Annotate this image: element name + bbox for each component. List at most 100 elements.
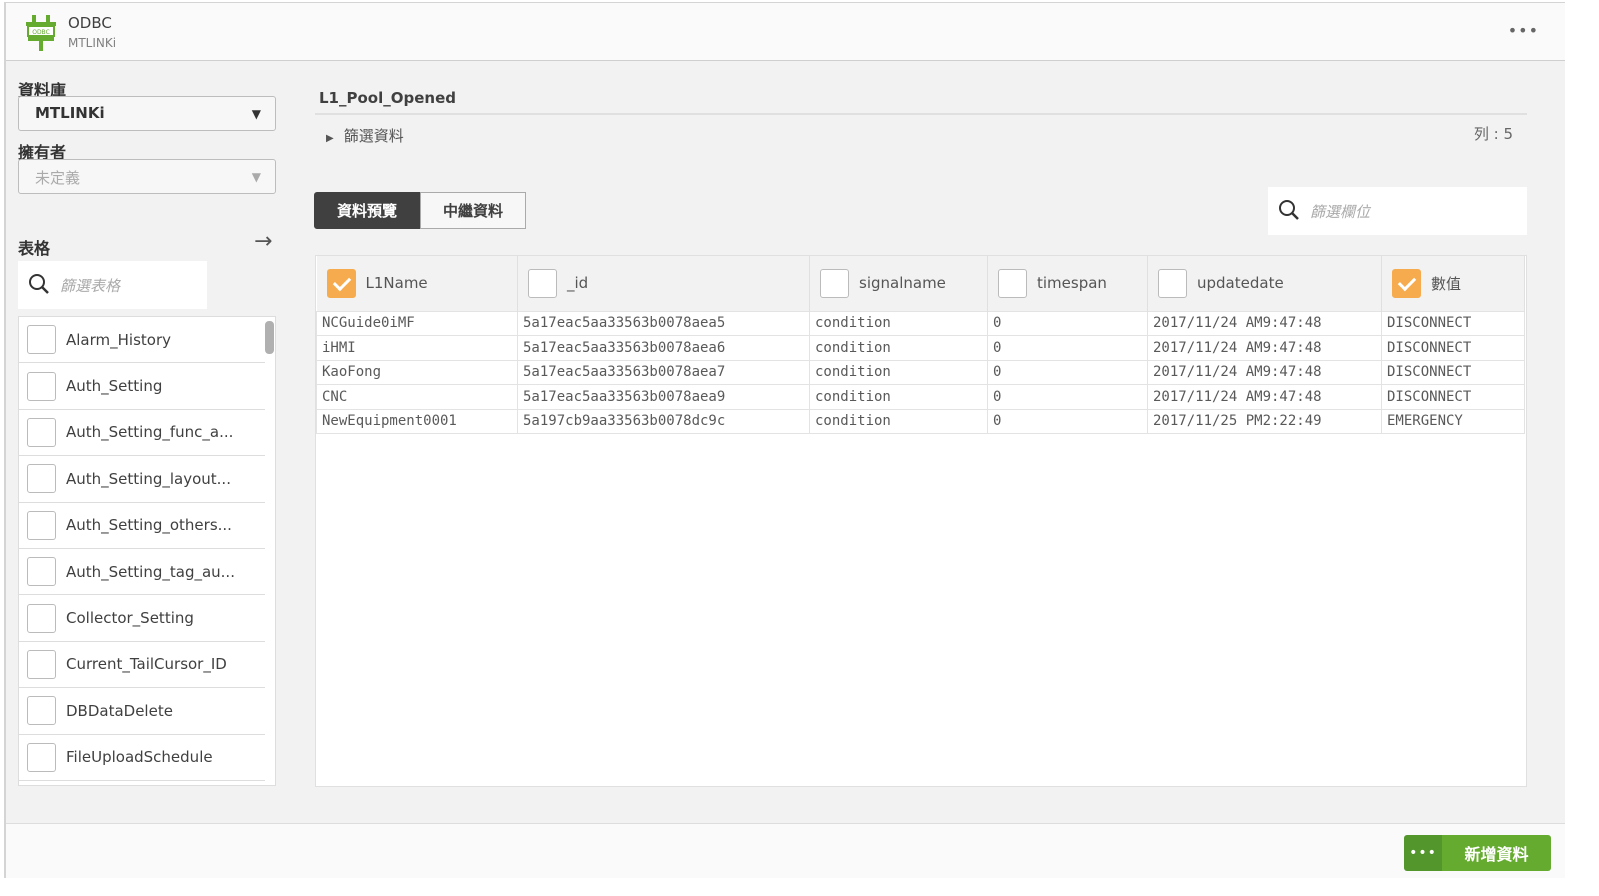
table-cell: 5a17eac5aa33563b0078aea7 (517, 359, 810, 385)
table-cell: condition (809, 408, 988, 434)
caret-down-icon: ▼ (251, 170, 261, 184)
table-cell: NewEquipment0001 (316, 408, 518, 434)
scrollbar-thumb[interactable] (265, 321, 274, 354)
column-header: 數值 (1381, 256, 1525, 311)
table-name: Auth_Setting_func_a... (66, 423, 234, 442)
database-select[interactable]: MTLINKi ▼ (18, 96, 276, 131)
checkbox[interactable] (27, 464, 56, 494)
database-value: MTLINKi (35, 104, 105, 122)
table-name: Auth_Setting_layout... (66, 469, 231, 488)
odbc-connector-dialog: ODBC ODBC MTLINKi ••• 資料庫 MTLINKi ▼ 擁有者 未… (4, 2, 1565, 878)
caret-right-icon: ▶ (326, 133, 334, 144)
table-name: Auth_Setting_tag_au... (66, 562, 235, 581)
column-name: signalname (859, 274, 946, 293)
table-list-item[interactable]: Collector_Setting (19, 595, 265, 642)
column-name: L1Name (365, 274, 428, 293)
table-search-input[interactable]: 篩選表格 (18, 261, 207, 309)
field-search-input[interactable]: 篩選欄位 (1268, 187, 1527, 235)
checkbox[interactable] (27, 696, 56, 726)
table-list-item[interactable]: DBDataDelete (19, 688, 265, 735)
table-title: L1_Pool_Opened (319, 89, 456, 107)
svg-text:ODBC: ODBC (32, 29, 50, 36)
column-name: timespan (1037, 274, 1107, 293)
owner-select: 未定義 ▼ (18, 159, 276, 194)
column-header: updatedate (1147, 256, 1382, 311)
table-list-item[interactable]: Current_TailCursor_ID (19, 642, 265, 689)
table-cell: 0 (987, 310, 1148, 336)
tables-label: 表格 (18, 239, 51, 258)
checkbox[interactable] (27, 742, 56, 772)
checkbox[interactable] (27, 557, 56, 587)
more-options-button[interactable]: ••• (1404, 835, 1442, 871)
table-cell: 5a197cb9aa33563b0078dc9c (517, 408, 810, 434)
checkbox[interactable] (27, 325, 56, 355)
more-options-button[interactable]: ••• (1508, 21, 1539, 40)
header: ODBC ODBC MTLINKi ••• (6, 3, 1565, 61)
checkbox[interactable] (27, 603, 56, 633)
column-checkbox[interactable] (820, 268, 849, 298)
table-row: CNC 5a17eac5aa33563b0078aea9 condition 0 201… (316, 384, 1525, 410)
table-list-item[interactable]: Auth_Setting_others... (19, 503, 265, 549)
column-header: L1Name (316, 256, 518, 311)
data-preview-grid: L1Name _id signalname timespan updatedate 數值 N… (315, 255, 1527, 787)
search-icon (29, 274, 49, 294)
column-checkbox[interactable] (326, 268, 356, 298)
table-list-item[interactable]: Auth_Setting_layout... (19, 456, 265, 503)
table-cell: CNC (316, 384, 518, 410)
table-name: FileUploadSchedule (66, 748, 213, 767)
column-checkbox[interactable] (1158, 268, 1187, 298)
checkbox[interactable] (27, 649, 56, 679)
table-cell: DISCONNECT (1381, 310, 1525, 336)
column-checkbox[interactable] (528, 268, 557, 298)
table-cell: 0 (987, 359, 1148, 385)
table-cell: condition (809, 359, 988, 385)
table-list-item[interactable]: Auth_Setting (19, 363, 265, 410)
column-name: 數值 (1431, 274, 1462, 293)
table-cell: 2017/11/24 AM9:47:48 (1147, 335, 1382, 361)
table-cell: 5a17eac5aa33563b0078aea5 (517, 310, 810, 336)
table-cell: 5a17eac5aa33563b0078aea6 (517, 335, 810, 361)
column-checkbox[interactable] (1392, 268, 1421, 298)
add-data-label[interactable]: 新增資料 (1442, 835, 1551, 871)
filter-data-toggle[interactable]: ▶ 篩選資料 (326, 125, 404, 146)
table-cell: DISCONNECT (1381, 359, 1525, 385)
column-header: signalname (809, 256, 988, 311)
table-list-item[interactable]: FileUploadSchedule (19, 735, 265, 781)
arrow-right-icon[interactable]: → (254, 229, 272, 254)
column-checkbox[interactable] (998, 268, 1027, 298)
table-row: KaoFong 5a17eac5aa33563b0078aea7 condition… (316, 359, 1525, 385)
table-cell: NCGuide0iMF (316, 310, 518, 336)
checkbox[interactable] (27, 510, 56, 540)
checkbox[interactable] (27, 417, 56, 447)
search-placeholder: 篩選欄位 (1310, 203, 1371, 221)
table-cell: 2017/11/24 AM9:47:48 (1147, 384, 1382, 410)
table-cell: condition (809, 310, 988, 336)
table-cell: KaoFong (316, 359, 518, 385)
table-cell: iHMI (316, 335, 518, 361)
tab-data-preview[interactable]: 資料預覽 (314, 192, 421, 229)
table-row: NewEquipment0001 5a197cb9aa33563b0078dc9c… (316, 408, 1525, 434)
table-cell: 0 (987, 408, 1148, 434)
table-list-item[interactable]: Auth_Setting_func_a... (19, 410, 265, 457)
table-cell: 5a17eac5aa33563b0078aea9 (517, 384, 810, 410)
checkbox[interactable] (27, 371, 56, 401)
table-cell: DISCONNECT (1381, 384, 1525, 410)
table-list-item[interactable]: Alarm_History (19, 317, 265, 364)
table-name: Current_TailCursor_ID (66, 655, 227, 674)
table-cell: 0 (987, 335, 1148, 361)
add-data-button[interactable]: ••• 新增資料 (1404, 835, 1551, 871)
view-tabs: 資料預覽 中繼資料 (314, 192, 527, 229)
table-name: DBDataDelete (66, 701, 173, 720)
divider (315, 113, 1527, 115)
odbc-plug-icon: ODBC (26, 15, 56, 51)
row-count: 列 : 5 (1473, 125, 1513, 143)
table-list-item[interactable]: Auth_Setting_tag_au... (19, 549, 265, 596)
column-header: _id (517, 256, 810, 311)
table-cell: DISCONNECT (1381, 335, 1525, 361)
table-cell: 2017/11/25 PM2:22:49 (1147, 408, 1382, 434)
table-row: NCGuide0iMF 5a17eac5aa33563b0078aea5 condi… (316, 310, 1525, 336)
search-icon (1279, 200, 1299, 220)
tab-metadata[interactable]: 中繼資料 (420, 192, 527, 229)
table-name: Alarm_History (66, 330, 171, 349)
connection-name: MTLINKi (68, 36, 117, 50)
